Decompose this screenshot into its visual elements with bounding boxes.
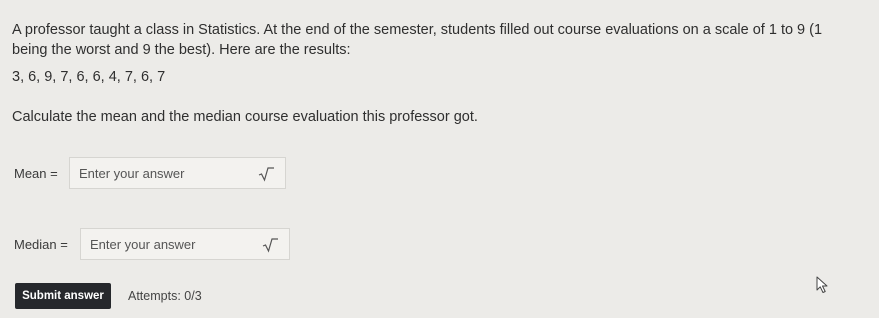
median-label: Median = <box>14 236 68 252</box>
median-input[interactable] <box>81 229 289 259</box>
square-root-icon[interactable] <box>257 165 275 183</box>
mean-label: Mean = <box>14 165 58 181</box>
square-root-icon[interactable] <box>261 236 279 254</box>
mean-answer-box <box>69 157 286 189</box>
submit-answer-button[interactable]: Submit answer <box>15 283 111 309</box>
mouse-pointer-icon <box>816 276 828 293</box>
median-answer-box <box>80 228 290 260</box>
mean-answer-row: Mean = <box>14 157 286 189</box>
data-values: 3, 6, 9, 7, 6, 6, 4, 7, 6, 7 <box>12 69 166 85</box>
question-text: A professor taught a class in Statistics… <box>12 22 823 58</box>
attempts-counter: Attempts: 0/3 <box>128 289 202 303</box>
median-answer-row: Median = <box>14 228 290 260</box>
instruction-text: Calculate the mean and the median course… <box>12 109 478 125</box>
mean-input[interactable] <box>70 158 285 188</box>
